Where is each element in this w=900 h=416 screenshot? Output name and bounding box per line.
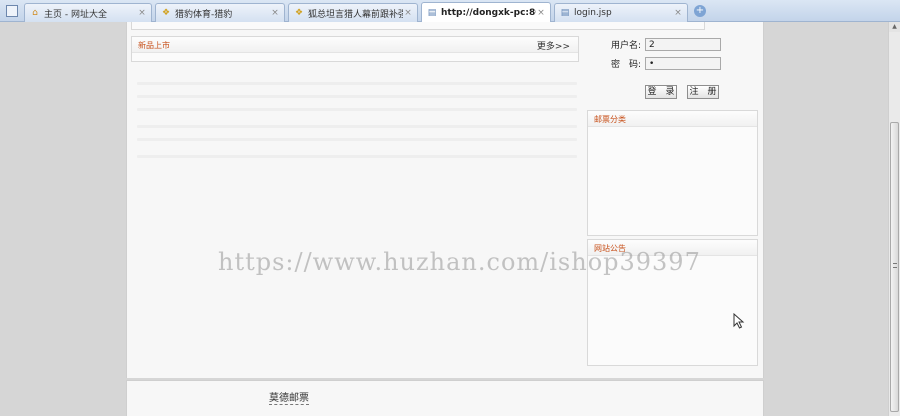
- tab-label: http://dongxk-pc:808...: [441, 7, 536, 18]
- page-icon: ▤: [427, 7, 437, 18]
- list-item: [137, 82, 577, 85]
- close-icon[interactable]: ×: [270, 8, 280, 18]
- close-icon[interactable]: ×: [536, 8, 546, 18]
- close-icon[interactable]: ×: [137, 8, 147, 18]
- scroll-up-icon[interactable]: ▲: [889, 22, 900, 32]
- browser-tab-bar: ⌂ 主页 - 网址大全 × ❖ 猎豹体育-猎豹 × ❖ 狐总坦言猎人幕前跟补强.…: [0, 0, 900, 22]
- browser-menu-icon[interactable]: [6, 5, 18, 17]
- tab-label: 主页 - 网址大全: [44, 9, 107, 20]
- password-label: 密 码:: [611, 60, 642, 70]
- tab-home[interactable]: ⌂ 主页 - 网址大全 ×: [24, 3, 152, 22]
- username-input[interactable]: [645, 38, 721, 51]
- more-link[interactable]: 更多>>: [537, 39, 570, 52]
- vertical-scrollbar[interactable]: ▲: [888, 22, 900, 416]
- scroll-thumb[interactable]: [890, 122, 899, 412]
- tab-label: login.jsp: [574, 8, 612, 18]
- categories-panel: 邮票分类: [587, 110, 758, 236]
- tab-news[interactable]: ❖ 狐总坦言猎人幕前跟补强... ×: [288, 3, 418, 22]
- new-tab-button[interactable]: +: [694, 5, 706, 17]
- login-panel: 用户名: 密 码: 登 录 注 册: [587, 22, 759, 106]
- tab-label: 狐总坦言猎人幕前跟补强...: [308, 9, 403, 20]
- tab-current-site[interactable]: ▤ http://dongxk-pc:808... ×: [421, 2, 551, 22]
- new-products-panel: 新品上市 更多>>: [131, 36, 579, 62]
- username-label: 用户名:: [611, 41, 642, 51]
- tab-label: 猎豹体育-猎豹: [175, 9, 233, 20]
- page-icon: ▤: [560, 8, 570, 18]
- list-item: [137, 138, 577, 141]
- register-button[interactable]: 注 册: [687, 85, 719, 99]
- password-input[interactable]: [645, 57, 721, 70]
- new-products-header: 新品上市 更多>>: [132, 37, 578, 53]
- paw-icon: ❖: [161, 8, 171, 18]
- paw-icon: ❖: [294, 8, 304, 18]
- list-item: [137, 155, 577, 158]
- username-row: 用户名:: [611, 38, 721, 51]
- list-item: [137, 95, 577, 98]
- new-products-title: 新品上市: [138, 41, 170, 50]
- categories-title: 邮票分类: [594, 115, 626, 124]
- close-icon[interactable]: ×: [673, 8, 683, 18]
- tab-login-jsp[interactable]: ▤ login.jsp ×: [554, 3, 688, 22]
- close-icon[interactable]: ×: [403, 8, 413, 18]
- home-icon: ⌂: [32, 8, 38, 18]
- page-viewport: 新品上市 更多>> 用户名: 密 码: 登 录 注 册: [0, 22, 888, 416]
- tab-sports[interactable]: ❖ 猎豹体育-猎豹 ×: [155, 3, 285, 22]
- grip-icon: [893, 263, 897, 268]
- page-footer: 莫德邮票: [126, 380, 764, 416]
- list-item: [137, 125, 577, 128]
- categories-header: 邮票分类: [588, 111, 757, 127]
- login-button[interactable]: 登 录: [645, 85, 677, 99]
- footer-text[interactable]: 莫德邮票: [269, 389, 309, 405]
- page-content: 新品上市 更多>> 用户名: 密 码: 登 录 注 册: [126, 22, 764, 378]
- product-list: [137, 82, 577, 168]
- password-row: 密 码:: [611, 57, 721, 70]
- watermark-text: https://www.huzhan.com/ishop39397: [218, 248, 701, 276]
- mouse-cursor-icon: [733, 313, 745, 329]
- list-item: [137, 108, 577, 111]
